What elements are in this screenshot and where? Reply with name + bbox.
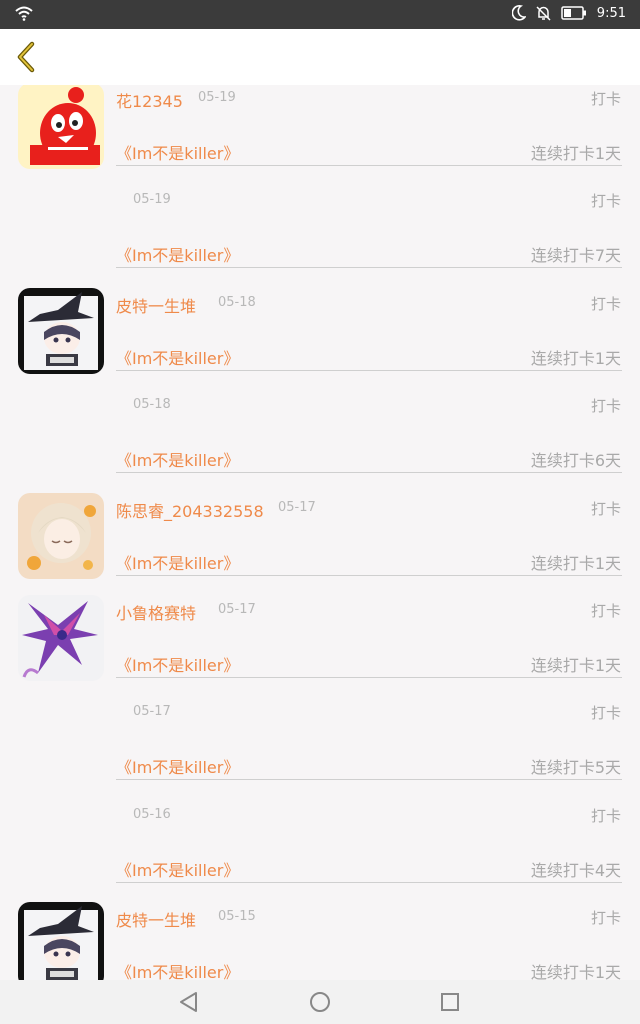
home-circle-icon[interactable] (307, 989, 333, 1015)
checkin-label: 打卡 (590, 602, 621, 620)
list-item[interactable]: 皮特一生堆 05-15 打卡 《Im不是killer》 连续打卡1天 (0, 902, 640, 980)
checkin-date: 05-17 (133, 704, 171, 719)
list-item[interactable]: 小鲁格赛特 05-17 打卡 《Im不是killer》 连续打卡1天 (0, 595, 640, 699)
recent-square-icon[interactable] (437, 989, 463, 1015)
battery-icon (561, 6, 586, 20)
checkin-list: 花12345 05-19 打卡 《Im不是killer》 连续打卡1天 05-1… (0, 85, 640, 980)
checkin-label: 打卡 (590, 397, 621, 415)
book-title-link[interactable]: 《Im不是killer》 (116, 857, 239, 881)
checkin-date: 05-15 (218, 909, 256, 924)
back-button[interactable] (8, 39, 44, 75)
checkin-label: 打卡 (590, 192, 621, 210)
user-name[interactable]: 皮特一生堆 (116, 293, 196, 317)
avatar[interactable] (18, 85, 104, 169)
avatar[interactable] (18, 493, 104, 579)
user-name[interactable]: 陈思睿_204332558 (116, 498, 264, 522)
witch-boy-icon (24, 906, 98, 980)
streak-text: 连续打卡1天 (530, 656, 621, 675)
divider (116, 267, 622, 268)
divider (116, 677, 622, 678)
user-name[interactable]: 皮特一生堆 (116, 907, 196, 931)
avatar[interactable] (18, 595, 104, 681)
list-item[interactable]: 皮特一生堆 05-18 打卡 《Im不是killer》 连续打卡1天 (0, 288, 640, 392)
book-title-link[interactable]: 《Im不是killer》 (116, 140, 239, 164)
checkin-label: 打卡 (590, 909, 621, 927)
book-title-link[interactable]: 《Im不是killer》 (116, 242, 239, 266)
streak-text: 连续打卡1天 (530, 554, 621, 573)
divider (116, 165, 622, 166)
checkin-label: 打卡 (590, 500, 621, 518)
status-bar: 9:51 (0, 0, 640, 29)
dragon-icon (22, 601, 98, 678)
checkin-label: 打卡 (590, 807, 621, 825)
qq-penguin-icon (30, 87, 100, 165)
bell-off-icon (536, 6, 551, 21)
list-item[interactable]: 05-16 打卡 《Im不是killer》 连续打卡4天 (0, 802, 640, 904)
book-title-link[interactable]: 《Im不是killer》 (116, 959, 239, 980)
streak-text: 连续打卡4天 (530, 861, 621, 880)
book-title-link[interactable]: 《Im不是killer》 (116, 652, 239, 676)
system-nav-bar (0, 980, 640, 1024)
list-item[interactable]: 陈思睿_204332558 05-17 打卡 《Im不是killer》 连续打卡… (0, 493, 640, 597)
list-item[interactable]: 花12345 05-19 打卡 《Im不是killer》 连续打卡1天 (0, 85, 640, 187)
checkin-date: 05-19 (198, 90, 236, 105)
streak-text: 连续打卡6天 (530, 451, 621, 470)
divider (116, 575, 622, 576)
list-item[interactable]: 05-17 打卡 《Im不是killer》 连续打卡5天 (0, 699, 640, 801)
book-title-link[interactable]: 《Im不是killer》 (116, 345, 239, 369)
checkin-date: 05-18 (133, 397, 171, 412)
divider (116, 779, 622, 780)
divider (116, 472, 622, 473)
avatar[interactable] (18, 288, 104, 374)
checkin-label: 打卡 (590, 295, 621, 313)
streak-text: 连续打卡1天 (530, 963, 621, 980)
witch-boy-icon (24, 292, 98, 370)
streak-text: 连续打卡1天 (530, 144, 621, 163)
streak-text: 连续打卡7天 (530, 246, 621, 265)
checkin-date: 05-18 (218, 295, 256, 310)
moon-icon (511, 5, 526, 21)
checkin-date: 05-19 (133, 192, 171, 207)
streak-text: 连续打卡5天 (530, 758, 621, 777)
checkin-date: 05-17 (278, 500, 316, 515)
user-name[interactable]: 花12345 (116, 88, 183, 112)
divider (116, 370, 622, 371)
app-header (0, 29, 640, 85)
avatar[interactable] (18, 902, 104, 980)
anime-girl-icon (27, 503, 96, 570)
book-title-link[interactable]: 《Im不是killer》 (116, 754, 239, 778)
back-triangle-icon[interactable] (176, 989, 202, 1015)
streak-text: 连续打卡1天 (530, 349, 621, 368)
checkin-label: 打卡 (590, 90, 621, 108)
book-title-link[interactable]: 《Im不是killer》 (116, 447, 239, 471)
checkin-date: 05-17 (218, 602, 256, 617)
list-item[interactable]: 05-19 打卡 《Im不是killer》 连续打卡7天 (0, 187, 640, 289)
book-title-link[interactable]: 《Im不是killer》 (116, 550, 239, 574)
status-time: 9:51 (596, 5, 626, 21)
checkin-label: 打卡 (590, 704, 621, 722)
wifi-icon (15, 6, 33, 21)
list-item[interactable]: 05-18 打卡 《Im不是killer》 连续打卡6天 (0, 392, 640, 494)
user-name[interactable]: 小鲁格赛特 (116, 600, 196, 624)
chevron-left-icon (17, 41, 35, 73)
checkin-date: 05-16 (133, 807, 171, 822)
divider (116, 882, 622, 883)
